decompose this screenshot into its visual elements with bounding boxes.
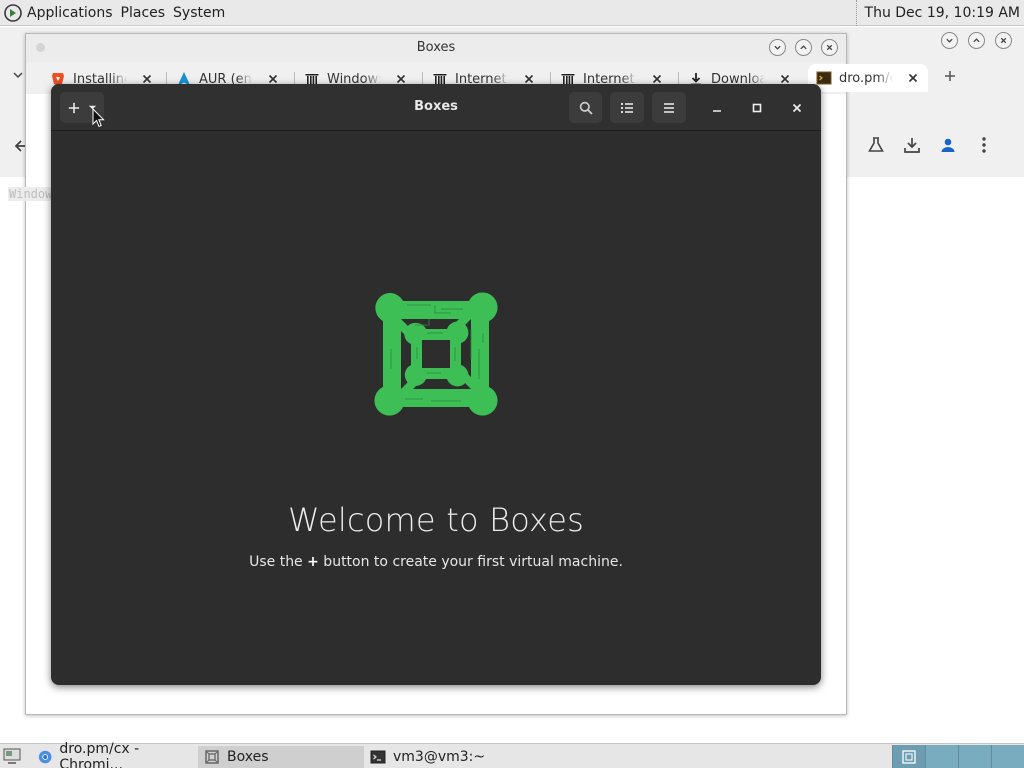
welcome-subtext-plus: + <box>307 554 319 570</box>
maximize-button[interactable] <box>795 39 812 56</box>
chromium-icon <box>38 750 52 764</box>
chevron-up-icon <box>800 45 807 50</box>
chromium-window-controls <box>769 39 838 56</box>
bg-maximize-button[interactable] <box>968 32 985 49</box>
chevron-up-icon <box>973 38 980 43</box>
mate-logo-icon[interactable] <box>4 3 22 22</box>
welcome-subtext-pre: Use the <box>249 554 308 570</box>
tab-dro-pm[interactable]: dro.pm/c <box>808 64 928 92</box>
boxes-icon <box>205 750 219 764</box>
list-view-button[interactable] <box>610 92 644 123</box>
close-icon[interactable] <box>907 72 919 84</box>
panel-clock[interactable]: Thu Dec 19, 10:19 AM <box>855 0 1020 26</box>
mouse-cursor-icon <box>92 108 105 128</box>
background-window-controls <box>941 32 1012 49</box>
tab-search-chevron-icon[interactable] <box>12 69 24 81</box>
boxes-maximize-button[interactable] <box>741 92 772 123</box>
workspace-2[interactable] <box>925 745 958 768</box>
close-icon <box>1000 37 1007 44</box>
hamburger-menu-icon <box>664 102 674 113</box>
chevron-down-icon <box>774 45 781 50</box>
download-icon[interactable] <box>902 135 922 155</box>
task-terminal[interactable]: vm3@vm3:~ <box>364 746 530 768</box>
menu-system[interactable]: System <box>173 5 225 21</box>
maximize-icon <box>752 103 761 112</box>
terminal-icon <box>370 750 386 764</box>
workspace-1[interactable] <box>892 745 925 768</box>
top-panel: Applications Places System Thu Dec 19, 1… <box>0 0 1024 26</box>
welcome-subtext-post: button to create your first virtual mach… <box>318 554 623 570</box>
main-menu-button[interactable] <box>652 92 686 123</box>
show-desktop-icon[interactable] <box>3 748 21 764</box>
welcome-heading: Welcome to Boxes <box>288 501 584 539</box>
menu-places[interactable]: Places <box>121 5 166 21</box>
bg-minimize-button[interactable] <box>941 32 958 49</box>
boxes-headerbar[interactable]: Boxes <box>51 84 821 131</box>
workspace-3[interactable] <box>958 745 991 768</box>
task-label: vm3@vm3:~ <box>393 749 486 765</box>
close-button[interactable] <box>821 39 838 56</box>
browser-right-toolbar <box>830 135 994 155</box>
list-view-icon <box>620 102 633 113</box>
profile-avatar-icon[interactable] <box>938 135 958 155</box>
close-icon <box>826 44 833 51</box>
boxes-window: Boxes Welcome to Boxes Use the + button … <box>51 84 821 685</box>
task-chromium[interactable]: dro.pm/cx - Chromi... <box>32 741 198 768</box>
boxes-window-thumb-icon <box>902 750 916 764</box>
boxes-close-button[interactable] <box>781 92 812 123</box>
tab-label: dro.pm/c <box>839 70 893 86</box>
search-button[interactable] <box>569 92 602 123</box>
main-menu: Applications Places System <box>0 0 237 26</box>
labs-flask-icon[interactable] <box>866 135 886 155</box>
chevron-down-icon <box>946 38 953 43</box>
boxes-empty-state: Welcome to Boxes Use the + button to cre… <box>51 131 821 685</box>
new-tab-plus-icon[interactable] <box>943 69 957 83</box>
menu-applications[interactable]: Applications <box>27 5 113 21</box>
minimize-icon <box>712 109 721 112</box>
more-vertical-icon[interactable] <box>974 135 994 155</box>
boxes-minimize-button[interactable] <box>701 92 732 123</box>
bottom-taskbar: dro.pm/cx - Chromi... Boxes vm3@vm3:~ <box>0 741 1024 768</box>
workspace-4[interactable] <box>991 745 1024 768</box>
chromium-titlebar[interactable]: Boxes <box>26 34 846 62</box>
chromium-window-title: Boxes <box>416 40 456 55</box>
close-icon <box>792 103 801 112</box>
workspace-switcher <box>892 745 1024 768</box>
boxes-logo-icon <box>374 292 498 416</box>
task-boxes[interactable]: Boxes <box>198 746 364 768</box>
welcome-subtext: Use the + button to create your first vi… <box>51 554 821 570</box>
task-label: dro.pm/cx - Chromi... <box>59 741 140 768</box>
bg-close-button[interactable] <box>995 32 1012 49</box>
task-label: Boxes <box>227 749 269 765</box>
minimize-button[interactable] <box>769 39 786 56</box>
search-icon <box>579 101 593 115</box>
